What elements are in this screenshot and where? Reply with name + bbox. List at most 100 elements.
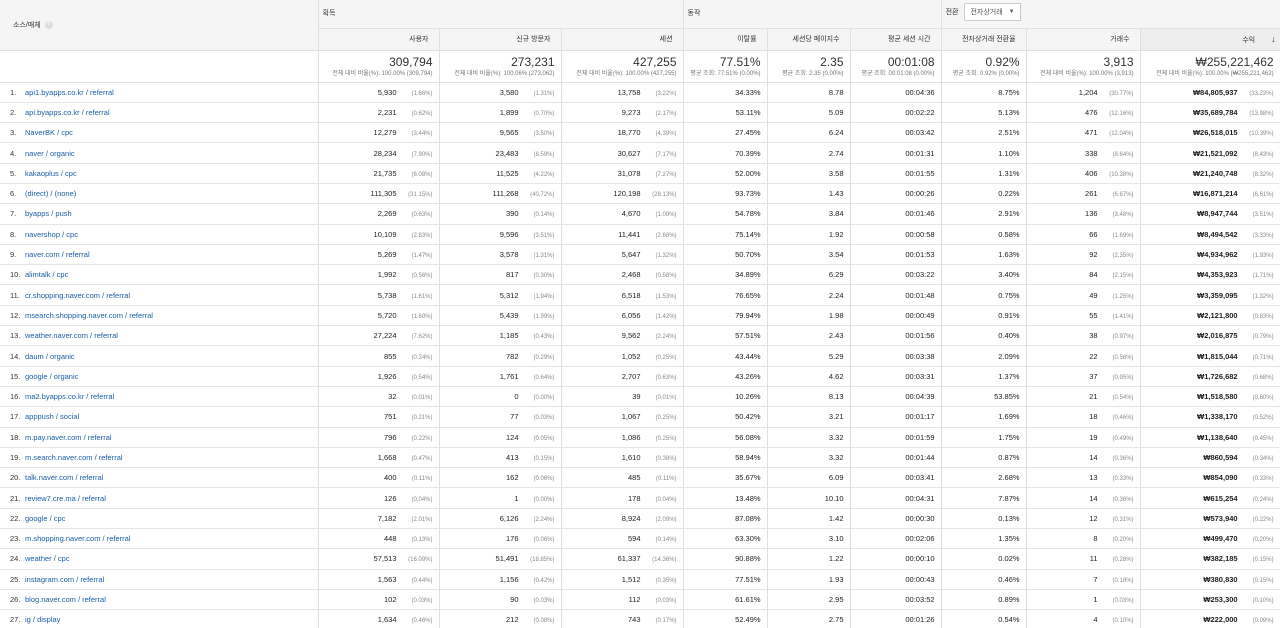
source-medium-link[interactable]: ma2.byapps.co.kr / referral xyxy=(25,392,114,401)
column-header-users[interactable]: 사용자 xyxy=(318,28,440,51)
source-medium-link[interactable]: google / organic xyxy=(25,372,78,381)
column-header-avg-session-duration[interactable]: 평균 세션 시간 xyxy=(850,28,942,51)
cell-value: 5,738 xyxy=(377,290,397,300)
cell-users: 751 (0.21%) xyxy=(318,406,440,428)
source-medium-link[interactable]: weather.naver.com / referral xyxy=(25,331,118,340)
column-header-pages-per-session[interactable]: 세션당 페이지수 xyxy=(767,28,851,51)
cell-revenue: ₩4,353,923 (1.71%) xyxy=(1140,264,1280,286)
cell-value: 1,067 xyxy=(621,412,641,422)
cell-value: 413 xyxy=(505,452,519,462)
cell-new-users: 1,899 (0.70%) xyxy=(439,102,562,124)
source-medium-link[interactable]: NaverBK / cpc xyxy=(25,128,73,137)
cell-avg-session-duration: 00:04:31 xyxy=(850,487,942,509)
table-row: 2. api.byapps.co.kr / referral 2,231 (0.62%… xyxy=(0,102,1280,124)
source-medium-link[interactable]: talk.naver.com / referral xyxy=(25,473,103,482)
dimension-header[interactable]: 소스/매체? xyxy=(0,0,319,51)
source-medium-link[interactable]: naver / organic xyxy=(25,149,75,158)
cell-value: 58.94% xyxy=(735,452,761,462)
source-medium-link[interactable]: instagram.com / referral xyxy=(25,575,104,584)
source-medium-link[interactable]: msearch.shopping.naver.com / referral xyxy=(25,311,153,320)
cell-percentage: (0.54%) xyxy=(1112,395,1134,402)
cell-percentage: (6.61%) xyxy=(1252,192,1274,199)
column-header-bounce-rate[interactable]: 이탈률 xyxy=(683,28,768,51)
table-row: 14. daum / organic 855 (0.24%) 782 (0.29%) 1,0… xyxy=(0,345,1280,367)
cell-percentage: (0.64%) xyxy=(533,374,555,381)
source-medium-link[interactable]: cr.shopping.naver.com / referral xyxy=(25,291,130,300)
cell-avg-session-duration: 00:01:31 xyxy=(850,142,942,164)
source-medium-link[interactable]: navershop / cpc xyxy=(25,230,78,239)
cell-value: 23,483 xyxy=(495,148,519,158)
cell-revenue: ₩499,470 (0.20%) xyxy=(1140,528,1280,550)
cell-new-users: 124 (0.05%) xyxy=(439,427,562,448)
table-row: 7. byapps / push 2,269 (0.63%) 390 (0.14%) 4,6… xyxy=(0,203,1280,225)
cell-revenue: ₩26,518,015 (10.39%) xyxy=(1140,122,1280,144)
source-medium-link[interactable]: byapps / push xyxy=(25,209,72,218)
cell-percentage: (0.54%) xyxy=(411,374,433,381)
cell-transactions: 1 (0.03%) xyxy=(1026,589,1141,611)
cell-percentage: (0.11%) xyxy=(411,476,433,483)
cell-value: 3,580 xyxy=(499,87,519,97)
cell-transactions: 92 (2.35%) xyxy=(1026,244,1141,266)
source-medium-link[interactable]: weather / cpc xyxy=(25,554,70,563)
source-medium-link[interactable]: blog.naver.com / referral xyxy=(25,595,106,604)
column-header-ecommerce-conversion-rate[interactable]: 전자상거래 전환율 xyxy=(941,28,1027,51)
cell-percentage: (2.17%) xyxy=(655,110,677,117)
cell-ecommerce-conversion-rate: 0.91% xyxy=(941,305,1027,327)
cell-avg-session-duration: 00:01:55 xyxy=(850,163,942,184)
source-medium-link[interactable]: kakaoplus / cpc xyxy=(25,169,77,178)
cell-ecommerce-conversion-rate: 0.40% xyxy=(941,325,1027,347)
cell-percentage: (2.24%) xyxy=(655,334,677,341)
cell-value: 1,761 xyxy=(499,371,519,381)
source-medium-link[interactable]: api.byapps.co.kr / referral xyxy=(25,108,110,117)
source-medium-link[interactable]: m.shopping.naver.com / referral xyxy=(25,534,130,543)
source-medium-link[interactable]: google / cpc xyxy=(25,514,65,523)
total-transactions: 3,913 전체 대비 비율(%): 100.00% (3,913) xyxy=(1026,50,1141,83)
cell-avg-session-duration: 00:00:26 xyxy=(850,183,942,205)
cell-pages-per-session: 1.43 xyxy=(767,183,851,205)
cell-value: 53.85% xyxy=(994,392,1020,402)
cell-sessions: 4,670 (1.09%) xyxy=(561,203,684,225)
cell-ecommerce-conversion-rate: 0.58% xyxy=(941,224,1027,245)
cell-avg-session-duration: 00:03:52 xyxy=(850,589,942,611)
source-medium-link[interactable]: alimtalk / cpc xyxy=(25,270,68,279)
help-icon[interactable]: ? xyxy=(44,20,53,29)
column-header-new-users[interactable]: 신규 방문자 xyxy=(439,28,562,51)
total-bounce-rate: 77.51% 평균 조회: 77.51% (0.00%) xyxy=(683,50,768,83)
cell-value: 1,204 xyxy=(1078,87,1098,97)
conversion-select[interactable]: 전자상거래 ▼ xyxy=(964,3,1021,21)
source-medium-link[interactable]: ig / display xyxy=(25,615,60,624)
cell-percentage: (0.03%) xyxy=(533,415,555,422)
cell-value: 21,735 xyxy=(373,168,397,178)
column-header-transactions[interactable]: 거래수 xyxy=(1026,28,1141,51)
column-header-sessions[interactable]: 세션 xyxy=(561,28,684,51)
source-medium-link[interactable]: review7.cre.ma / referral xyxy=(25,494,106,503)
source-medium-link[interactable]: m.search.naver.com / referral xyxy=(25,453,123,462)
cell-value: ₩26,518,015 xyxy=(1192,128,1238,138)
cell-users: 7,182 (2.01%) xyxy=(318,508,440,530)
source-medium-link[interactable]: daum / organic xyxy=(25,352,75,361)
cell-percentage: (0.11%) xyxy=(655,476,677,483)
table-row: 1. api1.byapps.co.kr / referral 5,930 (1.66… xyxy=(0,82,1280,103)
cell-revenue: ₩573,940 (0.22%) xyxy=(1140,508,1280,530)
cell-avg-session-duration: 00:00:58 xyxy=(850,224,942,245)
cell-avg-session-duration: 00:03:38 xyxy=(850,345,942,367)
cell-value: 1.75% xyxy=(998,432,1020,442)
cell-ecommerce-conversion-rate: 7.87% xyxy=(941,487,1027,509)
sort-descending-icon[interactable]: ↓ xyxy=(1271,34,1276,44)
cell-bounce-rate: 34.89% xyxy=(683,264,768,286)
source-medium-cell: 3. NaverBK / cpc xyxy=(0,122,319,144)
source-medium-link[interactable]: m.pay.naver.com / referral xyxy=(25,433,112,442)
cell-users: 1,563 (0.44%) xyxy=(318,569,440,590)
cell-percentage: (0.44%) xyxy=(411,577,433,584)
cell-value: 52.00% xyxy=(735,168,761,178)
source-medium-link[interactable]: (direct) / (none) xyxy=(25,189,76,198)
source-medium-link[interactable]: api1.byapps.co.kr / referral xyxy=(25,88,114,97)
cell-value: 13.48% xyxy=(735,493,761,503)
cell-value: ₩21,521,092 xyxy=(1192,148,1238,158)
total-subtext: 평균 조회: 00:01:08 (0.00%) xyxy=(861,70,935,77)
source-medium-link[interactable]: apppush / social xyxy=(25,412,79,421)
column-header-revenue[interactable]: 수익 ↓ xyxy=(1140,28,1280,51)
cell-revenue: ₩1,138,640 (0.45%) xyxy=(1140,427,1280,448)
source-medium-link[interactable]: naver.com / referral xyxy=(25,250,90,259)
source-medium-cell: 11. cr.shopping.naver.com / referral xyxy=(0,284,319,306)
